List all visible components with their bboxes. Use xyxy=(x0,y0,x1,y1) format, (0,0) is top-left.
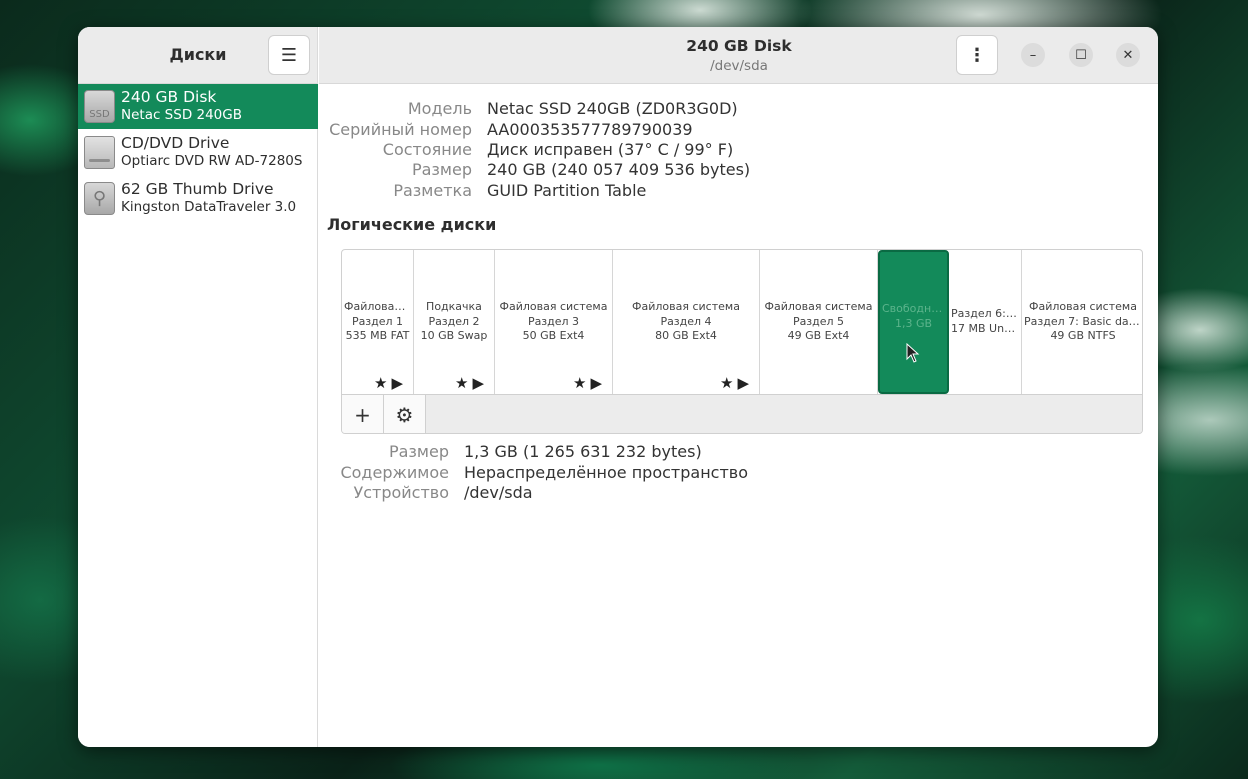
sel-label-contents: Содержимое xyxy=(340,463,449,482)
sel-value-size: 1,3 GB (1 265 631 232 bytes) xyxy=(464,442,702,461)
mount-star-play-icons: ★▶ xyxy=(573,373,606,392)
close-icon: ✕ xyxy=(1122,47,1134,63)
gear-icon: ⚙ xyxy=(395,403,414,427)
segment-line: 17 MB Unk... xyxy=(951,321,1021,335)
volumes-section-title: Логические диски xyxy=(327,215,497,234)
info-value-serial: AA000353577789790039 xyxy=(487,120,693,139)
drive-model: Optiarc DVD RW AD-7280S xyxy=(121,153,303,169)
mount-star-play-icons: ★▶ xyxy=(720,373,753,392)
volume-toolbar: + ⚙ xyxy=(342,394,1142,433)
info-value-size: 240 GB (240 057 409 536 bytes) xyxy=(487,160,751,179)
segment-line: 80 GB Ext4 xyxy=(655,329,717,342)
segment-line: Файловая система xyxy=(632,300,740,313)
maximize-button[interactable]: ☐ xyxy=(1069,43,1093,67)
partition-segment-6[interactable]: Раздел 6: ... 17 MB Unk... xyxy=(949,250,1022,394)
hamburger-menu-button[interactable]: ☰ xyxy=(268,35,310,75)
drive-name: 62 GB Thumb Drive xyxy=(121,180,274,198)
disk-device-path: /dev/sda xyxy=(710,58,768,74)
minimize-button[interactable]: – xyxy=(1021,43,1045,67)
sel-label-device: Устройство xyxy=(353,483,449,502)
partition-segment-1[interactable]: Файловая... Раздел 1 535 MB FAT ★▶ xyxy=(342,250,414,394)
sel-value-contents: Нераспределённое пространство xyxy=(464,463,748,482)
segment-line: Свободно... xyxy=(882,302,947,315)
create-partition-button[interactable]: + xyxy=(342,395,384,433)
usb-drive-icon: ⚲ xyxy=(84,182,115,215)
partition-segment-2[interactable]: Подкачка Раздел 2 10 GB Swap ★▶ xyxy=(414,250,495,394)
segment-line: Файловая система xyxy=(1029,300,1137,313)
segment-line: 50 GB Ext4 xyxy=(522,329,585,342)
partition-segment-5[interactable]: Файловая система Раздел 5 49 GB Ext4 xyxy=(760,250,878,394)
info-label-partitioning: Разметка xyxy=(393,181,472,200)
close-button[interactable]: ✕ xyxy=(1116,43,1140,67)
sel-value-device: /dev/sda xyxy=(464,483,533,502)
disk-title: 240 GB Disk xyxy=(686,37,792,55)
segment-line: Файловая система xyxy=(764,300,873,313)
maximize-icon: ☐ xyxy=(1075,47,1087,63)
info-label-size: Размер xyxy=(411,160,472,179)
segment-line: Раздел 3 xyxy=(527,314,580,328)
segment-line: Файловая система xyxy=(499,300,608,313)
partition-segment-4[interactable]: Файловая система Раздел 4 80 GB Ext4 ★▶ xyxy=(613,250,760,394)
partition-settings-button[interactable]: ⚙ xyxy=(384,395,426,433)
segment-line: Раздел 1 xyxy=(351,314,404,328)
segment-line: Подкачка xyxy=(426,300,482,313)
info-label-model: Модель xyxy=(407,99,472,118)
vertical-dots-icon: ⋮ xyxy=(968,44,986,66)
disks-window: Диски ☰ SSD 240 GB Disk Netac SSD 240GB … xyxy=(78,27,1158,747)
mount-star-play-icons: ★▶ xyxy=(455,373,488,392)
minimize-icon: – xyxy=(1029,47,1037,63)
disk-menu-button[interactable]: ⋮ xyxy=(956,35,998,75)
info-label-serial: Серийный номер xyxy=(329,120,472,139)
sel-label-size: Размер xyxy=(388,442,449,461)
info-value-model: Netac SSD 240GB (ZD0R3G0D) xyxy=(487,99,738,118)
segment-line: Раздел 5 xyxy=(792,314,845,328)
partition-segment-7[interactable]: Файловая система Раздел 7: Basic dat... … xyxy=(1022,250,1143,394)
header-bar: 240 GB Disk /dev/sda ⋮ – ☐ ✕ xyxy=(319,27,1158,84)
segment-line: Раздел 2 xyxy=(428,314,480,328)
info-value-state: Диск исправен (37° C / 99° F) xyxy=(487,140,734,159)
info-value-partitioning: GUID Partition Table xyxy=(487,181,647,200)
segment-line: 1,3 GB xyxy=(894,316,933,330)
drive-name: 240 GB Disk xyxy=(121,88,217,106)
segment-line: Раздел 7: Basic dat... xyxy=(1024,314,1143,328)
mouse-cursor-icon xyxy=(906,343,920,363)
sidebar-header: Диски ☰ xyxy=(78,27,317,84)
drive-name: CD/DVD Drive xyxy=(121,134,230,152)
segment-line: Файловая... xyxy=(344,300,412,313)
hamburger-icon: ☰ xyxy=(280,44,298,66)
free-space-segment[interactable]: Свободно... 1,3 GB xyxy=(878,250,949,394)
segment-line: 10 GB Swap xyxy=(420,329,488,342)
plus-icon: + xyxy=(354,403,371,427)
ssd-icon: SSD xyxy=(84,90,115,123)
drive-item-thumb-drive[interactable]: ⚲ 62 GB Thumb Drive Kingston DataTravele… xyxy=(78,176,318,221)
main-pane: 240 GB Disk /dev/sda ⋮ – ☐ ✕ Модель Сери… xyxy=(319,27,1158,747)
segment-line: Раздел 6: ... xyxy=(951,307,1020,320)
drive-model: Netac SSD 240GB xyxy=(121,107,242,123)
optical-drive-icon xyxy=(84,136,115,169)
drive-item-240gb-disk[interactable]: SSD 240 GB Disk Netac SSD 240GB xyxy=(78,84,318,129)
segment-line: Раздел 4 xyxy=(660,314,712,328)
drive-item-cd-dvd[interactable]: CD/DVD Drive Optiarc DVD RW AD-7280S xyxy=(78,130,318,175)
partition-map: Файловая... Раздел 1 535 MB FAT ★▶ Подка… xyxy=(341,249,1143,434)
partition-segment-3[interactable]: Файловая система Раздел 3 50 GB Ext4 ★▶ xyxy=(495,250,613,394)
segment-line: 535 MB FAT xyxy=(345,329,410,342)
sidebar: Диски ☰ SSD 240 GB Disk Netac SSD 240GB … xyxy=(78,27,318,747)
drive-model: Kingston DataTraveler 3.0 xyxy=(121,199,297,215)
info-label-state: Состояние xyxy=(382,140,472,159)
segment-line: 49 GB Ext4 xyxy=(787,329,850,342)
mount-star-play-icons: ★▶ xyxy=(374,373,407,392)
segment-line: 49 GB NTFS xyxy=(1050,329,1116,342)
